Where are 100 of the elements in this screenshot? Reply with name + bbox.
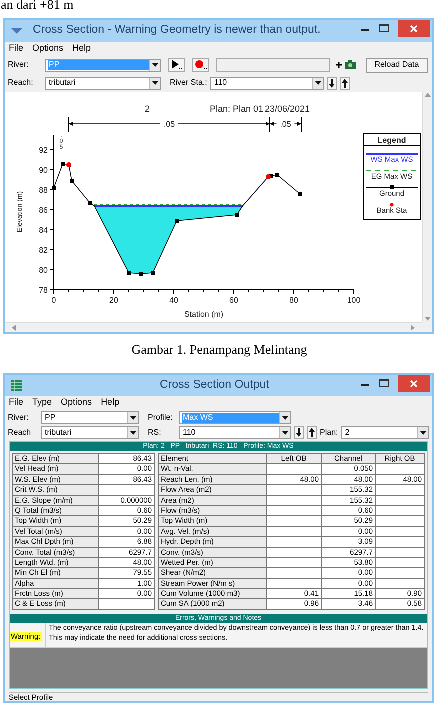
close-icon (410, 24, 418, 32)
body-text: an dari +81 m (0, 0, 75, 10)
input-field[interactable] (216, 58, 330, 72)
play-button[interactable] (168, 58, 185, 72)
reload-data-button[interactable]: Reload Data (366, 58, 428, 72)
record-button[interactable] (192, 58, 209, 72)
dropdown[interactable]: 110 (179, 426, 291, 439)
tick-label: 84 (39, 226, 48, 235)
down-arrow-button[interactable] (327, 76, 338, 90)
legend-title: Legend (378, 136, 406, 145)
dropdown-value: 110 (182, 428, 197, 438)
ground-point (175, 219, 179, 223)
ground-point (70, 179, 74, 183)
dropdown-value: PP (44, 412, 57, 422)
menu-item[interactable]: File (9, 42, 24, 56)
tick-label: 88 (39, 186, 48, 195)
dropdown[interactable]: tributari (41, 426, 139, 439)
up-arrow-button[interactable] (307, 426, 317, 439)
menu-item[interactable]: Options (61, 396, 92, 410)
dropdown-value: 110 (213, 78, 228, 88)
down-arrow-icon (296, 428, 302, 437)
table-cell (267, 568, 322, 579)
caret-icon (130, 416, 136, 420)
caret-icon (314, 81, 322, 85)
record-icon (194, 60, 206, 70)
axis-title: Station (m) (184, 310, 224, 319)
caret-icon (282, 430, 288, 434)
ground-point (298, 192, 302, 196)
menu-item[interactable]: Type (32, 396, 52, 410)
table-cell (376, 526, 425, 538)
up-arrow-icon (342, 78, 348, 88)
tick-label: 80 (290, 296, 298, 305)
ground-point (276, 173, 280, 177)
table-cell (376, 537, 425, 548)
table-cell (376, 506, 425, 516)
table-cell (376, 548, 425, 558)
scroll-down-icon (424, 316, 430, 322)
table-cell (267, 526, 322, 538)
table-cell (99, 599, 155, 610)
ground-point (52, 186, 56, 190)
legend-line-marker-swatch (366, 186, 418, 190)
close-icon (410, 380, 418, 388)
grid-icon[interactable] (11, 380, 22, 391)
caret-icon (420, 430, 426, 434)
bank-station-point (66, 162, 72, 168)
ground-point (139, 272, 143, 276)
legend-dot-swatch (390, 203, 394, 207)
close-button[interactable] (398, 375, 430, 392)
plus-camera-icon[interactable] (335, 59, 357, 71)
menu-item[interactable]: Help (72, 42, 92, 56)
window-title: Cross Section - Warning Geometry is newer than output. (33, 23, 321, 38)
up-arrow-icon (309, 428, 315, 437)
field-label: Plan: (320, 426, 338, 438)
caret-icon (152, 81, 158, 85)
up-arrow-button[interactable] (340, 76, 350, 90)
ground-point (88, 201, 92, 205)
plot-title: 2 (145, 104, 150, 114)
n-value-label: .05 (280, 120, 292, 129)
down-arrow-button[interactable] (294, 426, 304, 439)
ground-point (61, 162, 65, 166)
close-button[interactable] (398, 20, 430, 37)
table-cell (267, 558, 322, 568)
triangle-icon[interactable] (11, 28, 23, 34)
tick-label: 90 (39, 166, 48, 175)
table-cell (267, 537, 322, 548)
field-label: Reach: (8, 77, 34, 89)
table-cell (267, 516, 322, 527)
dropdown-value: 2 (344, 428, 351, 438)
scroll-right-icon (410, 324, 416, 330)
tick-label: 40 (170, 296, 178, 305)
menu-item[interactable]: Help (101, 396, 120, 410)
tick-label: 80 (39, 266, 48, 275)
table-cell (99, 485, 155, 496)
window-title: Cross Section Output (160, 378, 270, 393)
tick-label: 86 (39, 206, 48, 215)
dropdown[interactable]: PP (41, 411, 139, 424)
table-cell (267, 506, 322, 516)
tick-label: 78 (39, 286, 48, 295)
table-cell (267, 548, 322, 558)
menu-item[interactable]: Options (32, 42, 64, 56)
dropdown[interactable]: 110 (210, 76, 324, 90)
table-cell (267, 578, 322, 590)
caret-icon (130, 430, 136, 434)
down-arrow-icon (329, 78, 336, 88)
tick-label: 0 (52, 296, 56, 305)
n-value-label: .05 (164, 120, 176, 129)
table-cell (376, 464, 425, 475)
legend-line-swatch (366, 153, 418, 155)
scroll-left-icon (11, 324, 17, 330)
horizontal-scrollbar[interactable] (5, 322, 422, 332)
vertical-scrollbar[interactable] (422, 92, 432, 322)
dropdown-value: Max WS (182, 412, 279, 422)
ground-point (127, 271, 131, 275)
plot-title: 23/06/2021 (265, 104, 310, 114)
table-cell (267, 485, 322, 496)
ground-point (235, 213, 239, 217)
caret-icon (282, 416, 288, 420)
dropdown[interactable]: 2 (341, 426, 429, 439)
dropdown[interactable]: tributari (45, 76, 161, 90)
menu-item[interactable]: File (9, 396, 24, 410)
